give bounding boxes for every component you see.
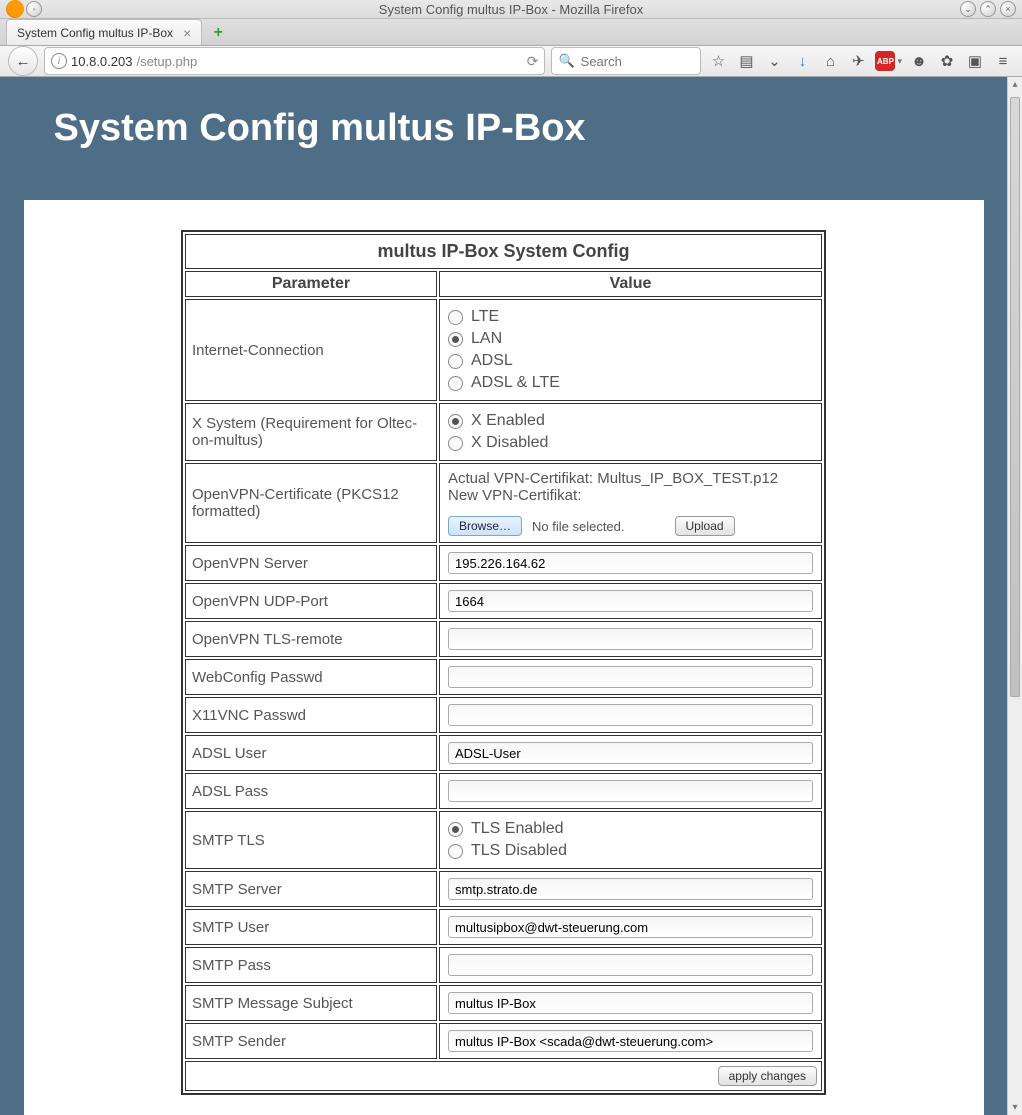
actual-cert-prefix: Actual VPN-Certifikat: [448,470,597,487]
firefox-icon [6,0,24,18]
site-identity-icon[interactable]: i [51,53,67,69]
input-x11vnc-passwd[interactable] [448,704,813,726]
param-vpncert: OpenVPN-Certificate (PKCS12 formatted) [185,463,437,543]
tab-strip: System Config multus IP-Box × + [0,19,1022,46]
new-tab-button[interactable]: + [206,21,230,45]
input-smtp-subject[interactable] [448,992,813,1014]
home-icon[interactable]: ⌂ [819,50,841,72]
param-vncpw: X11VNC Passwd [185,697,437,733]
param-smtptls: SMTP TLS [185,811,437,869]
radio-adsl[interactable]: ADSL [448,350,813,372]
input-smtp-user[interactable] [448,916,813,938]
reload-icon[interactable]: ⟳ [527,53,539,70]
upload-button[interactable]: Upload [675,516,735,536]
close-tab-icon[interactable]: × [183,25,191,41]
pocket-icon[interactable]: ⌄ [763,50,785,72]
window-titlebar: ◦ System Config multus IP-Box - Mozilla … [0,0,1022,19]
param-adslu: ADSL User [185,735,437,771]
downloads-icon[interactable]: ↓ [791,50,813,72]
param-internet: Internet-Connection [185,299,437,401]
send-icon[interactable]: ✈ [847,50,869,72]
input-openvpn-tls-remote[interactable] [448,628,813,650]
search-icon: 🔍 [558,53,574,69]
chat-icon[interactable]: ☻ [908,50,930,72]
config-table: multus IP-Box System Config Parameter Va… [181,230,826,1095]
scroll-up-icon[interactable]: ▴ [1008,79,1022,90]
search-input[interactable] [581,54,757,69]
radio-tls-enabled[interactable]: TLS Enabled [448,818,813,840]
close-window-button[interactable]: × [1000,1,1016,17]
param-udp: OpenVPN UDP-Port [185,583,437,619]
input-openvpn-server[interactable] [448,552,813,574]
param-smtpsrv: SMTP Server [185,871,437,907]
input-adsl-user[interactable] [448,742,813,764]
minimize-button[interactable]: ⌄ [960,1,976,17]
search-bar[interactable]: 🔍 [551,47,701,75]
browse-button[interactable]: Browse… [448,516,522,536]
abp-dropdown-icon[interactable]: ▾ [897,56,902,67]
input-smtp-pass[interactable] [448,954,813,976]
page-title: System Config multus IP-Box [54,107,984,150]
input-smtp-sender[interactable] [448,1030,813,1052]
param-webpw: WebConfig Passwd [185,659,437,695]
browser-tab[interactable]: System Config multus IP-Box × [6,19,202,45]
url-path: /setup.php [136,54,197,69]
scrollbar-thumb[interactable] [1010,97,1020,697]
scroll-down-icon[interactable]: ▾ [1008,1102,1022,1113]
radio-x-disabled[interactable]: X Disabled [448,432,813,454]
hamburger-menu-icon[interactable]: ≡ [992,50,1014,72]
apply-changes-button[interactable]: apply changes [718,1066,817,1086]
file-selected-label: No file selected. [532,519,625,534]
param-smtppw: SMTP Pass [185,947,437,983]
actual-cert-file: Multus_IP_BOX_TEST.p12 [597,470,778,487]
url-host: 10.8.0.203 [71,54,132,69]
input-webconfig-passwd[interactable] [448,666,813,688]
radio-tls-disabled[interactable]: TLS Disabled [448,840,813,862]
bookmark-star-icon[interactable]: ☆ [707,50,729,72]
radio-adsl-lte[interactable]: ADSL & LTE [448,372,813,394]
page-viewport: System Config multus IP-Box multus IP-Bo… [0,77,1007,1115]
input-smtp-server[interactable] [448,878,813,900]
param-adslp: ADSL Pass [185,773,437,809]
radio-lan[interactable]: LAN [448,328,813,350]
extension-icon[interactable]: ✿ [936,50,958,72]
param-smtpusr: SMTP User [185,909,437,945]
address-bar[interactable]: i 10.8.0.203/setup.php ⟳ [44,47,545,75]
bookmarks-list-icon[interactable]: ▤ [735,50,757,72]
param-server: OpenVPN Server [185,545,437,581]
input-adsl-pass[interactable] [448,780,813,802]
param-xsystem: X System (Requirement for Oltec-on-multu… [185,403,437,461]
param-smtpsubj: SMTP Message Subject [185,985,437,1021]
abp-icon[interactable]: ABP [875,51,895,71]
save-icon[interactable]: ▣ [964,50,986,72]
radio-lte[interactable]: LTE [448,306,813,328]
table-title: multus IP-Box System Config [185,234,822,269]
vertical-scrollbar[interactable]: ▴ ▾ [1007,77,1022,1115]
window-title: System Config multus IP-Box - Mozilla Fi… [0,2,1022,17]
param-tls: OpenVPN TLS-remote [185,621,437,657]
param-smtpsnd: SMTP Sender [185,1023,437,1059]
new-cert-label: New VPN-Certifikat: [448,487,813,504]
input-openvpn-udp-port[interactable] [448,590,813,612]
maximize-button[interactable]: ⌃ [980,1,996,17]
header-parameter: Parameter [185,271,437,297]
radio-x-enabled[interactable]: X Enabled [448,410,813,432]
header-value: Value [439,271,822,297]
navigation-toolbar: ← i 10.8.0.203/setup.php ⟳ 🔍 ☆ ▤ ⌄ ↓ ⌂ ✈… [0,46,1022,77]
back-button[interactable]: ← [8,46,38,76]
window-menu-button[interactable]: ◦ [26,1,42,17]
tab-label: System Config multus IP-Box [17,26,173,40]
